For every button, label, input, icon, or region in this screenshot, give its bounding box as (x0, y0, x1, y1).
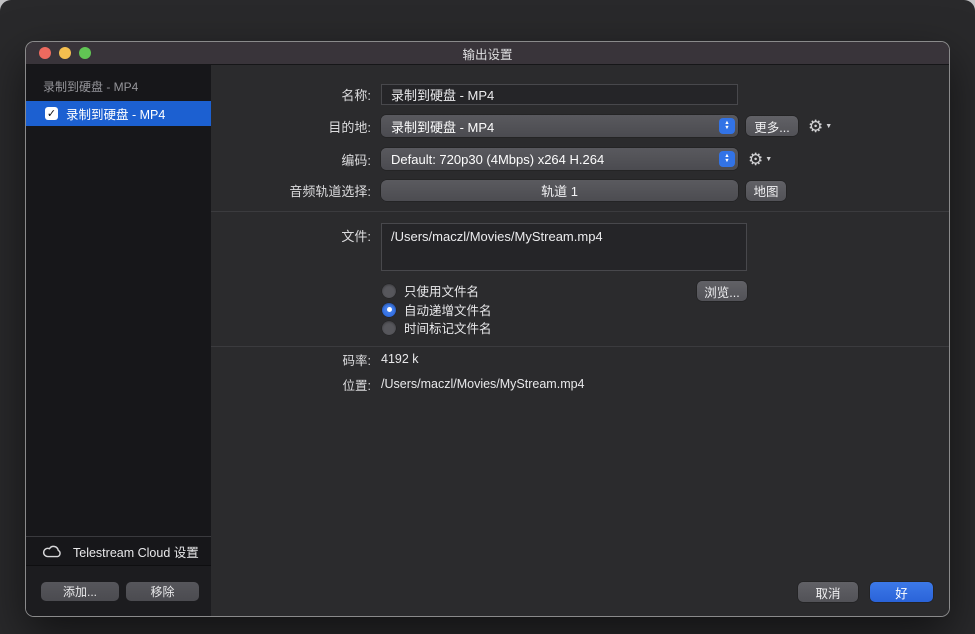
bitrate-row: 码率: 4192 k (211, 351, 949, 367)
sidebar-footer: 添加... 移除 (26, 565, 211, 616)
file-row: 文件: /Users/maczl/Movies/MyStream.mp4 (211, 223, 949, 271)
destination-select[interactable]: 录制到硬盘 - MP4 ▲▼ (381, 115, 738, 137)
window-title: 输出设置 (462, 44, 512, 63)
stepper-icon: ▲▼ (719, 118, 735, 134)
list-item-label: 录制到硬盘 - MP4 (66, 104, 165, 123)
add-button[interactable]: 添加... (41, 582, 119, 601)
traffic-lights (39, 47, 91, 59)
section-divider (211, 346, 949, 347)
checkbox-checked-icon[interactable]: ✓ (45, 107, 58, 120)
name-input[interactable]: 录制到硬盘 - MP4 (381, 84, 738, 105)
title-bar[interactable]: 输出设置 (26, 42, 949, 65)
encoding-row: 编码: Default: 720p30 (4Mbps) x264 H.264 ▲… (211, 148, 949, 170)
chevron-down-icon: ▼ (825, 123, 832, 130)
radio-icon[interactable] (382, 321, 396, 335)
output-list[interactable]: 录制到硬盘 - MP4 ✓ 录制到硬盘 - MP4 (26, 65, 211, 536)
filename-option-timestamp[interactable]: 时间标记文件名 (382, 318, 492, 337)
location-value: /Users/maczl/Movies/MyStream.mp4 (381, 377, 585, 391)
gear-icon: ⚙ (808, 118, 823, 135)
destination-label: 目的地: (211, 117, 371, 136)
zoom-button[interactable] (79, 47, 91, 59)
more-button[interactable]: 更多... (746, 116, 798, 136)
cancel-button[interactable]: 取消 (798, 582, 858, 602)
encoding-value: Default: 720p30 (4Mbps) x264 H.264 (391, 152, 604, 167)
filename-option-auto-increment[interactable]: 自动递增文件名 (382, 300, 492, 319)
settings-panel: 名称: 录制到硬盘 - MP4 目的地: 录制到硬盘 - MP4 ▲▼ 更多..… (211, 65, 949, 616)
encoding-label: 编码: (211, 150, 371, 169)
list-item[interactable]: ✓ 录制到硬盘 - MP4 (26, 101, 211, 126)
remove-button[interactable]: 移除 (126, 582, 199, 601)
cloud-settings-label: Telestream Cloud 设置 (73, 542, 199, 561)
chevron-down-icon: ▼ (765, 156, 772, 163)
minimize-button[interactable] (59, 47, 71, 59)
destination-value: 录制到硬盘 - MP4 (391, 117, 494, 136)
location-label: 位置: (211, 375, 371, 394)
close-button[interactable] (39, 47, 51, 59)
output-group-header: 录制到硬盘 - MP4 (26, 79, 211, 95)
sidebar: 录制到硬盘 - MP4 ✓ 录制到硬盘 - MP4 Telestream Clo… (26, 65, 211, 616)
encoding-gear-menu[interactable]: ⚙ ▼ (748, 151, 772, 168)
location-row: 位置: /Users/maczl/Movies/MyStream.mp4 (211, 376, 949, 392)
bitrate-label: 码率: (211, 350, 371, 369)
audio-track-button[interactable]: 轨道 1 (381, 180, 738, 201)
map-button[interactable]: 地图 (746, 181, 786, 201)
audio-track-row: 音频轨道选择: 轨道 1 地图 (211, 180, 949, 201)
gear-icon: ⚙ (748, 151, 763, 168)
output-settings-dialog: 输出设置 录制到硬盘 - MP4 ✓ 录制到硬盘 - MP4 Telestrea… (25, 41, 950, 617)
encoding-select[interactable]: Default: 720p30 (4Mbps) x264 H.264 ▲▼ (381, 148, 738, 170)
filename-option-use-only[interactable]: 只使用文件名 (382, 281, 479, 300)
radio-selected-icon[interactable] (382, 303, 396, 317)
name-label: 名称: (211, 85, 371, 104)
audio-track-label: 音频轨道选择: (211, 181, 371, 200)
destination-gear-menu[interactable]: ⚙ ▼ (808, 118, 832, 135)
name-row: 名称: 录制到硬盘 - MP4 (211, 84, 949, 105)
destination-row: 目的地: 录制到硬盘 - MP4 ▲▼ 更多... ⚙ ▼ (211, 115, 949, 137)
section-divider (211, 211, 949, 212)
stepper-icon: ▲▼ (719, 151, 735, 167)
browse-button[interactable]: 浏览... (697, 281, 747, 301)
file-path-input[interactable]: /Users/maczl/Movies/MyStream.mp4 (381, 223, 747, 271)
radio-icon[interactable] (382, 284, 396, 298)
file-label: 文件: (211, 223, 371, 245)
bitrate-value: 4192 k (381, 352, 419, 366)
ok-button[interactable]: 好 (870, 582, 933, 602)
dialog-content: 录制到硬盘 - MP4 ✓ 录制到硬盘 - MP4 Telestream Clo… (26, 65, 949, 616)
telestream-cloud-settings[interactable]: Telestream Cloud 设置 (26, 536, 211, 565)
cloud-icon (42, 544, 63, 558)
